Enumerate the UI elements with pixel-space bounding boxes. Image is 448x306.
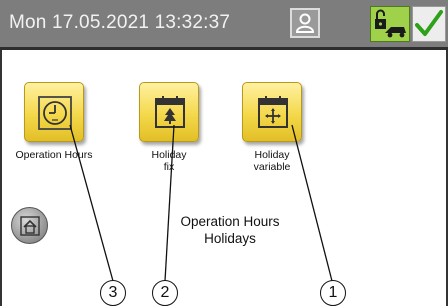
- leader-line-1: [291, 124, 333, 282]
- leader-line-3: [69, 124, 114, 282]
- callout-2: 2: [152, 280, 178, 306]
- callout-1: 1: [320, 280, 346, 306]
- holiday-settings-screen: Mon 17.05.2021 13:32:37 Operation Hours …: [0, 0, 448, 306]
- leader-line-2: [164, 124, 175, 282]
- callout-3: 3: [100, 280, 126, 306]
- callout-leader-lines: [69, 124, 333, 282]
